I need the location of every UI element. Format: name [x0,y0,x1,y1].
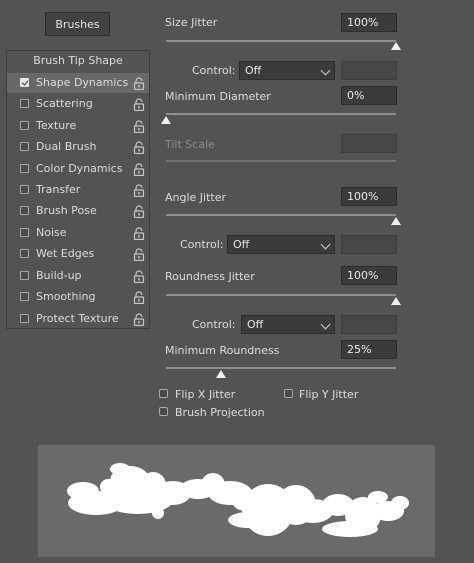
sidebar-item-label: Scattering [36,97,93,110]
sidebar-item-checkbox[interactable] [20,271,29,280]
size-control-fade-field [341,61,397,80]
lock-icon[interactable] [133,227,145,241]
min-roundness-track[interactable] [166,367,396,369]
sidebar-item-label: Smoothing [36,290,96,303]
sidebar-item-texture[interactable]: Texture [7,116,149,136]
lock-icon[interactable] [133,313,145,327]
sidebar-item-checkbox[interactable] [20,121,29,130]
roundness-control-select[interactable]: Off [241,315,335,334]
sidebar-item-label: Wet Edges [36,247,95,260]
lock-icon[interactable] [133,163,145,177]
sidebar-item-transfer[interactable]: Transfer [7,180,149,200]
sidebar-item-label: Build-up [36,269,82,282]
sidebar-item-checkbox[interactable] [20,206,29,215]
angle-jitter-track[interactable] [166,214,396,216]
lock-icon[interactable] [133,98,145,112]
sidebar-item-checkbox[interactable] [20,164,29,173]
angle-control-select[interactable]: Off [227,235,335,254]
roundness-jitter-label: Roundness Jitter [165,270,255,283]
roundness-control-value: Off [247,318,264,331]
sidebar-item-build-up[interactable]: Build-up [7,266,149,286]
lock-icon[interactable] [133,120,145,134]
sidebar-item-label: Protect Texture [36,312,119,325]
flip-y-label: Flip Y Jitter [299,388,359,401]
size-control-label: Control: [192,64,236,77]
tilt-scale-field [341,134,397,153]
size-control-select[interactable]: Off [239,61,335,80]
min-roundness-label: Minimum Roundness [165,344,280,357]
brush-tip-shape-item[interactable]: Brush Tip Shape [7,51,149,71]
sidebar-item-color-dynamics[interactable]: Color Dynamics [7,159,149,179]
flip-x-label: Flip X Jitter [175,388,236,401]
tilt-scale-track [166,160,396,162]
size-jitter-field[interactable]: 100% [341,13,397,32]
sidebar-item-shape-dynamics[interactable]: Shape Dynamics [7,73,149,93]
sidebar-item-checkbox[interactable] [20,185,29,194]
sidebar-item-checkbox[interactable] [20,292,29,301]
sidebar-item-protect-texture[interactable]: Protect Texture [7,309,149,329]
brush-projection-checkbox[interactable] [159,407,168,416]
min-diameter-thumb[interactable] [161,116,171,124]
roundness-control-label: Control: [192,318,236,331]
roundness-jitter-thumb[interactable] [391,297,401,305]
size-jitter-thumb[interactable] [391,42,401,50]
min-diameter-track[interactable] [166,113,396,115]
angle-jitter-thumb[interactable] [391,217,401,225]
sidebar-item-smoothing[interactable]: Smoothing [7,287,149,307]
sidebar-item-checkbox[interactable] [20,99,29,108]
size-control-value: Off [245,64,262,77]
chevron-down-icon [320,319,331,330]
min-diameter-field[interactable]: 0% [341,86,397,105]
sidebar-item-checkbox[interactable] [20,228,29,237]
min-diameter-label: Minimum Diameter [165,90,271,103]
angle-jitter-label: Angle Jitter [165,191,227,204]
sidebar-item-label: Dual Brush [36,140,97,153]
sidebar-item-checkbox[interactable] [20,249,29,258]
size-jitter-label: Size Jitter [165,16,218,29]
sidebar-item-brush-pose[interactable]: Brush Pose [7,201,149,221]
min-roundness-thumb[interactable] [216,370,226,378]
sidebar-item-label: Color Dynamics [36,162,123,175]
sidebar-item-checkbox[interactable] [20,78,29,87]
lock-icon[interactable] [133,184,145,198]
sidebar-item-label: Noise [36,226,67,239]
lock-icon[interactable] [133,270,145,284]
size-jitter-track[interactable] [166,40,396,42]
sidebar-item-label: Transfer [36,183,81,196]
brush-stroke-preview [38,445,435,557]
lock-icon[interactable] [133,248,145,262]
sidebar-item-label: Shape Dynamics [36,76,129,89]
sidebar-item-label: Brush Pose [36,204,97,217]
flip-y-checkbox[interactable] [284,389,293,398]
chevron-down-icon [320,65,331,76]
brush-settings-list: Brush Tip Shape Shape Dynamics Scattering… [6,50,150,329]
min-roundness-field[interactable]: 25% [341,340,397,359]
sidebar-item-checkbox[interactable] [20,314,29,323]
brushes-button[interactable]: Brushes [45,12,110,36]
brush-projection-label: Brush Projection [175,406,265,419]
sidebar-item-noise[interactable]: Noise [7,223,149,243]
sidebar-item-checkbox[interactable] [20,142,29,151]
lock-icon[interactable] [133,141,145,155]
lock-icon[interactable] [133,77,145,91]
tilt-scale-label: Tilt Scale [165,138,215,151]
angle-control-field [341,235,397,254]
roundness-control-field [341,315,397,334]
angle-control-label: Control: [180,238,224,251]
sidebar-item-scattering[interactable]: Scattering [7,94,149,114]
roundness-jitter-field[interactable]: 100% [341,266,397,285]
sidebar-item-wet-edges[interactable]: Wet Edges [7,244,149,264]
lock-icon[interactable] [133,291,145,305]
angle-jitter-field[interactable]: 100% [341,187,397,206]
sidebar-item-label: Texture [36,119,77,132]
brush-stroke-graphic [67,463,409,537]
chevron-down-icon [320,239,331,250]
lock-icon[interactable] [133,205,145,219]
flip-x-checkbox[interactable] [159,389,168,398]
angle-control-value: Off [233,238,250,251]
sidebar-item-dual-brush[interactable]: Dual Brush [7,137,149,157]
roundness-jitter-track[interactable] [166,294,396,296]
